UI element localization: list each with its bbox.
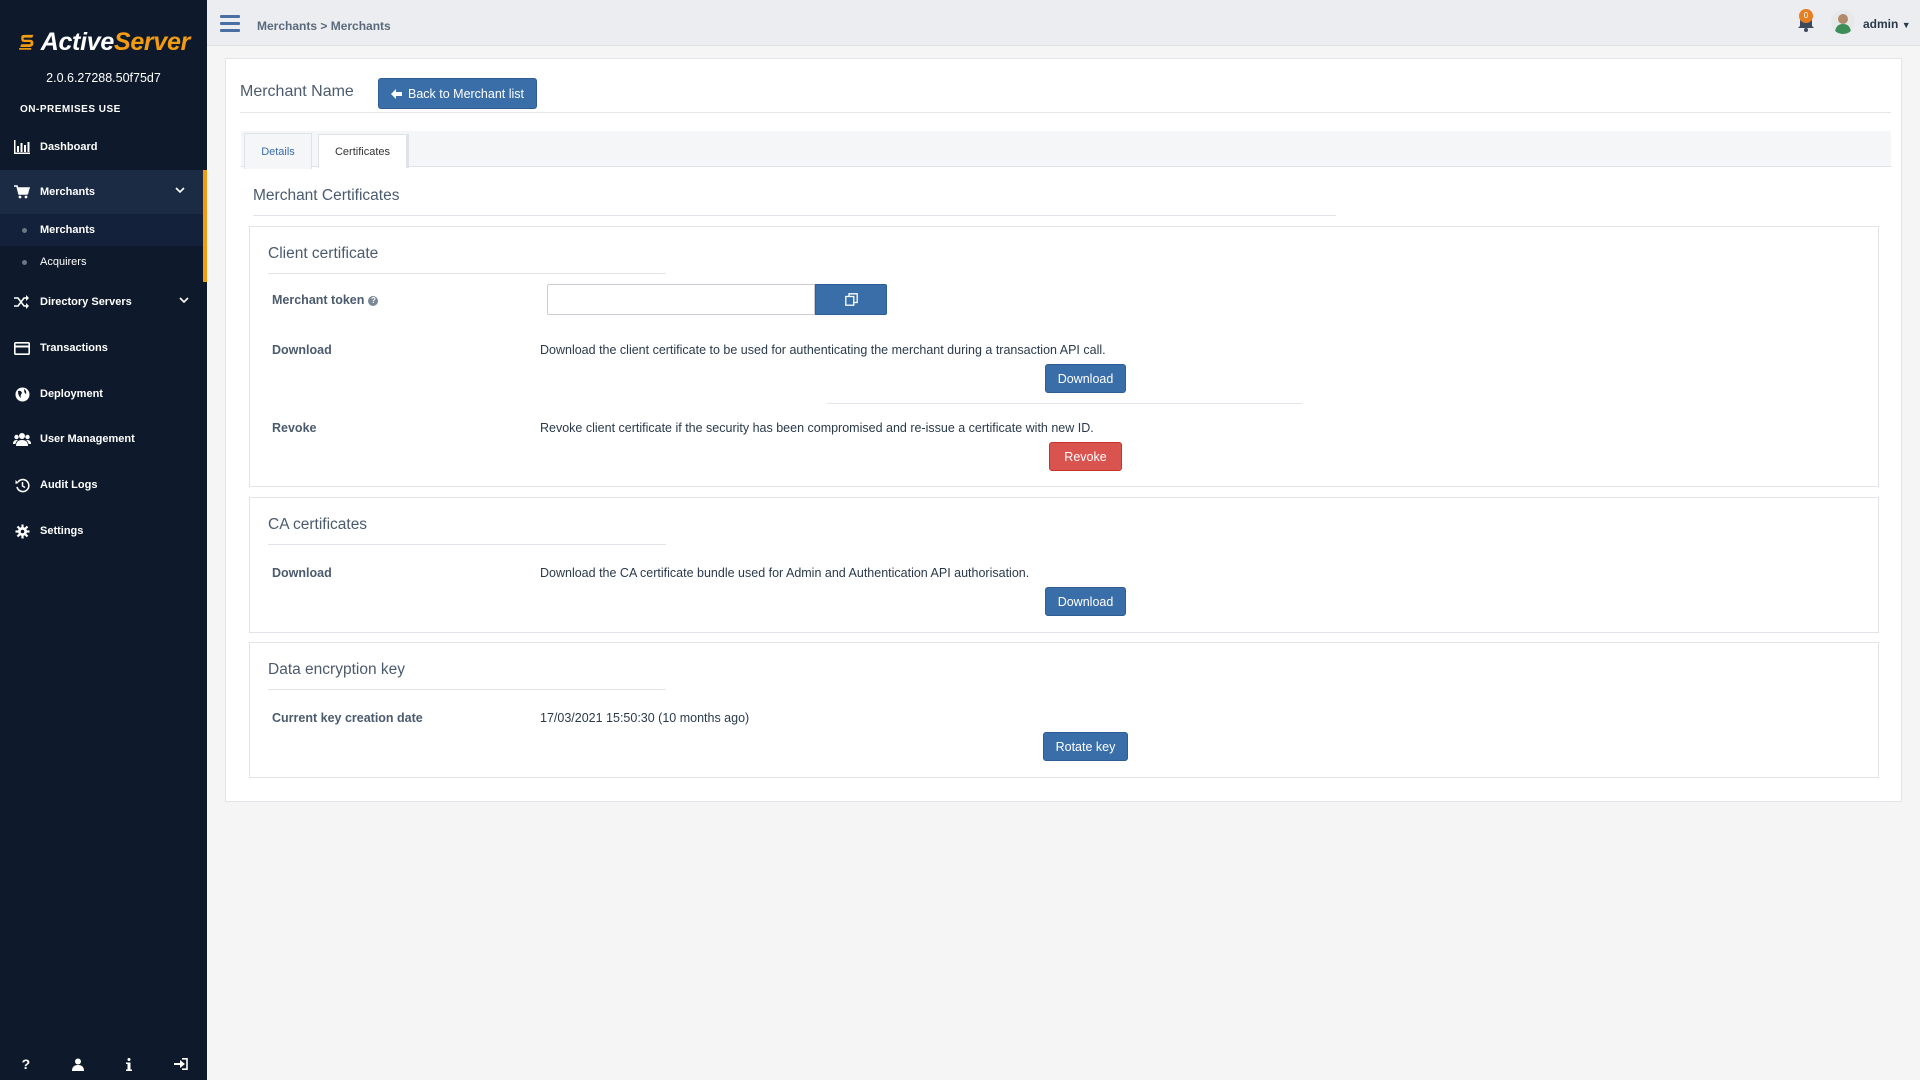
divider (253, 215, 1336, 216)
sidebar-item-label: User Management (40, 433, 135, 445)
sidebar-item-user-management[interactable]: User Management (0, 417, 207, 461)
globe-icon (13, 386, 31, 402)
sidebar-subitem-merchants[interactable]: Merchants (0, 214, 203, 246)
sidebar-item-label: Directory Servers (40, 296, 132, 308)
key-creation-date-label: Current key creation date (272, 711, 423, 725)
users-icon (13, 431, 31, 447)
download-ca-certificate-button[interactable]: Download (1045, 587, 1126, 616)
info-icon[interactable] (117, 1052, 141, 1076)
sidebar-subitem-label: Acquirers (40, 256, 87, 268)
copy-token-button[interactable] (815, 284, 887, 315)
main-content: Merchant Name Back to Merchant list Deta… (225, 58, 1902, 802)
version-label: 2.0.6.27288.50f75d7 (46, 71, 161, 85)
sidebar-item-merchants[interactable]: Merchants (0, 170, 207, 214)
sidebar-item-label: Settings (40, 525, 84, 537)
logo-text: ActiveServer (40, 27, 191, 56)
divider (268, 544, 666, 545)
back-button-label: Back to Merchant list (408, 86, 525, 101)
gear-icon (13, 523, 31, 539)
sidebar-item-label: Merchants (40, 186, 96, 198)
logo[interactable]: ActiveServer (18, 22, 190, 62)
sidebar-subitem-label: Merchants (40, 224, 96, 236)
sidebar-item-transactions[interactable]: Transactions (0, 326, 207, 370)
sidebar-item-label: Dashboard (40, 141, 98, 153)
history-icon (13, 477, 31, 493)
copy-icon (844, 293, 858, 306)
divider (268, 689, 666, 690)
key-creation-date-value: 17/03/2021 15:50:30 (10 months ago) (540, 711, 750, 725)
activeserver-logo-icon (19, 34, 34, 50)
tabs: Details Certificates (241, 131, 1891, 169)
menu-toggle-icon[interactable] (220, 15, 240, 32)
sidebar-item-audit-logs[interactable]: Audit Logs (0, 463, 207, 507)
notification-count-badge: 0 (1799, 9, 1813, 23)
sidebar-subitem-acquirers[interactable]: Acquirers (0, 246, 203, 278)
chevron-down-icon (175, 185, 185, 198)
shuffle-icon (13, 294, 31, 310)
revoke-label: Revoke (272, 421, 317, 435)
cart-icon (13, 184, 31, 200)
arrow-left-icon (391, 88, 402, 99)
tab-certificates[interactable]: Certificates (318, 134, 409, 168)
revoke-description: Revoke client certificate if the securit… (540, 421, 1094, 435)
chevron-down-icon (179, 295, 189, 308)
user-name: admin (1863, 17, 1899, 31)
help-icon[interactable]: ? (368, 295, 379, 306)
panel-title: Client certificate (268, 245, 379, 262)
merchants-submenu: Merchants Acquirers (0, 214, 207, 282)
top-bar: Merchants > Merchants 0 admin ▼ (207, 0, 1920, 46)
bullet-icon (22, 228, 27, 233)
divider (268, 273, 666, 274)
merchant-token-label: Merchant token? (272, 293, 379, 307)
user-menu[interactable]: admin ▼ (1863, 17, 1911, 31)
client-certificate-panel: Client certificate Merchant token? Downl… (249, 226, 1879, 487)
revoke-button[interactable]: Revoke (1049, 442, 1122, 471)
sidebar-item-directory-servers[interactable]: Directory Servers (0, 280, 207, 324)
help-icon[interactable]: ? (14, 1052, 38, 1076)
sidebar-item-dashboard[interactable]: Dashboard (0, 125, 207, 169)
edition-label: ON-PREMISES USE (20, 104, 121, 115)
section-title: Merchant Certificates (253, 187, 400, 204)
caret-down-icon: ▼ (1901, 20, 1911, 30)
sidebar-item-label: Audit Logs (40, 479, 98, 491)
sidebar: ActiveServer 2.0.6.27288.50f75d7 ON-PREM… (0, 0, 207, 1080)
page-title: Merchant Name (240, 83, 354, 100)
rotate-key-button[interactable]: Rotate key (1043, 732, 1128, 761)
divider (827, 403, 1302, 404)
sidebar-item-deployment[interactable]: Deployment (0, 372, 207, 416)
panel-title: CA certificates (268, 516, 368, 533)
avatar[interactable] (1831, 10, 1855, 34)
sidebar-item-label: Transactions (40, 342, 108, 354)
sidebar-footer: ? (0, 1048, 207, 1080)
panel-title: Data encryption key (268, 661, 405, 678)
bullet-icon (22, 260, 27, 265)
credit-card-icon (13, 340, 31, 356)
breadcrumb: Merchants > Merchants (257, 19, 391, 33)
sidebar-item-label: Deployment (40, 388, 103, 400)
download-client-certificate-button[interactable]: Download (1045, 364, 1126, 393)
sidebar-item-settings[interactable]: Settings (0, 509, 207, 553)
download-label: Download (272, 343, 332, 357)
download-description: Download the CA certificate bundle used … (540, 566, 1030, 580)
sign-out-icon[interactable] (169, 1052, 193, 1076)
page-header: Merchant Name Back to Merchant list (240, 69, 1891, 113)
back-to-merchant-list-button[interactable]: Back to Merchant list (378, 78, 538, 109)
ca-certificates-panel: CA certificates Download Download the CA… (249, 497, 1879, 633)
download-label: Download (272, 566, 332, 580)
merchant-token-field[interactable] (547, 284, 815, 315)
user-icon[interactable] (66, 1052, 90, 1076)
bar-chart-icon (13, 139, 31, 155)
tab-details[interactable]: Details (244, 133, 312, 169)
download-description: Download the client certificate to be us… (540, 343, 1106, 357)
data-encryption-key-panel: Data encryption key Current key creation… (249, 642, 1879, 778)
